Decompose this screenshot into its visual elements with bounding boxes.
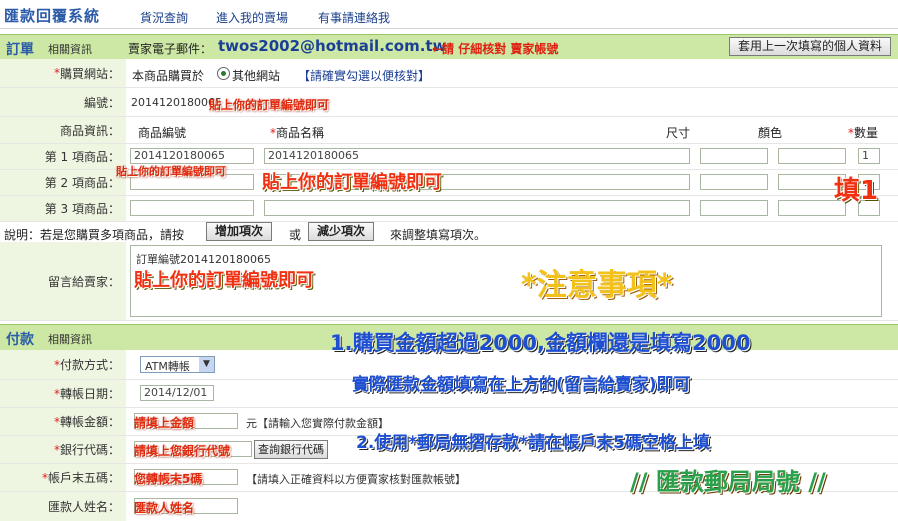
account-last5-hint: 【請填入正確資料以方便賣家核對匯款帳號】	[246, 473, 466, 486]
nav-shipping-status[interactable]: 貨況查詢	[140, 9, 188, 26]
item-row-3: 第 3 項商品：	[0, 196, 898, 222]
explanation-text: 說明：若是您購買多項商品，請按	[4, 228, 185, 242]
item-1-product-name-input[interactable]: 2014120180065	[264, 148, 690, 164]
item-3-product-number-input[interactable]	[130, 200, 254, 216]
item-1-quantity-input[interactable]: 1	[858, 148, 880, 164]
note-post-office-code: // 匯款郵局局號 //	[630, 468, 826, 496]
explanation-row: 說明：若是您購買多項商品，請按 增加項次 或 減少項次 來調整填寫項次。	[0, 222, 898, 242]
order-number-note: 貼上你的訂單編號即可	[209, 98, 330, 112]
payment-section-subtitle: 相關資訊	[48, 333, 92, 346]
bank-code-note: 請填上您銀行代號	[134, 444, 231, 458]
radio-checked-dot	[221, 71, 226, 76]
item-2-size-input[interactable]	[700, 174, 768, 190]
add-item-button[interactable]: 增加項次	[206, 222, 273, 241]
transfer-amount-note: 請填上金額	[134, 416, 195, 430]
item-2-label: 第 2 項商品：	[0, 170, 126, 195]
top-bar: 匯款回覆系統 貨況查詢 進入我的賣場 有事請連絡我	[0, 0, 898, 29]
purchase-site-label: * 購買網站：	[0, 59, 126, 87]
chevron-down-icon[interactable]: ▼	[199, 357, 214, 372]
product-info-header-row: 商品資訊： 商品編號 *商品名稱 尺寸 顏色 *數量	[0, 117, 898, 144]
note-post-office: 2.使用*郵局無摺存款*請在帳戶末5碼空格上填	[356, 433, 710, 453]
app-title: 匯款回覆系統	[4, 7, 101, 25]
seller-email: twos2002@hotmail.com.tw	[218, 37, 447, 55]
query-bank-code-button[interactable]: 查詢銀行代碼	[254, 440, 328, 459]
transfer-amount-label: * 轉帳金額：	[0, 408, 126, 435]
other-site-radio[interactable]	[217, 67, 230, 80]
payment-method-select[interactable]: ATM轉帳 ▼	[140, 356, 215, 373]
order-section-title: 訂單	[6, 42, 34, 58]
or-text: 或	[289, 228, 302, 242]
nav-my-store[interactable]: 進入我的賣場	[216, 9, 288, 26]
reuse-profile-button[interactable]: 套用上一次填寫的個人資料	[729, 37, 892, 56]
purchase-site-hint: 【請確實勾選以便核對】	[298, 69, 431, 83]
email-check-note: ←請 仔細核對 賣家帳號	[432, 42, 559, 56]
other-site-option-label: 其他網站	[232, 69, 281, 83]
remitter-name-label: 匯款人姓名：	[0, 492, 126, 521]
note-over-2000: 1.購買金額超過2000,金額欄還是填寫2000	[330, 331, 751, 355]
nav-contact-me[interactable]: 有事請連絡我	[318, 9, 390, 26]
payment-section-title: 付款	[6, 332, 34, 348]
seller-email-label: 賣家電子郵件：	[128, 42, 213, 56]
col-quantity: *數量	[848, 126, 879, 140]
order-section-header: 訂單 相關資訊 賣家電子郵件： twos2002@hotmail.com.tw …	[0, 34, 898, 60]
reduce-item-button[interactable]: 減少項次	[308, 222, 375, 241]
col-size: 尺寸	[666, 126, 691, 140]
remitter-name-note: 匯款人姓名	[134, 501, 195, 515]
message-label: 留言給賣家：	[0, 242, 126, 320]
purchase-site-row: * 購買網站： 本商品購買於 其他網站 【請確實勾選以便核對】	[0, 59, 898, 88]
item-number-note-small: 貼上你的訂單編號即可	[116, 165, 226, 178]
item-1-label: 第 1 項商品：	[0, 144, 126, 169]
attention-note: *注意事項*	[521, 268, 673, 303]
col-product-name: *商品名稱	[270, 126, 325, 140]
item-1-size-input[interactable]	[700, 148, 768, 164]
account-last5-label: * 帳戶末五碼：	[0, 464, 126, 491]
message-textarea-value: 訂單編號2014120180065	[136, 253, 271, 266]
bank-code-label: * 銀行代碼：	[0, 436, 126, 463]
payment-method-value: ATM轉帳	[145, 360, 190, 373]
transfer-date-label: * 轉帳日期：	[0, 380, 126, 407]
order-section-subtitle: 相關資訊	[48, 43, 92, 56]
message-note: 貼上你的訂單編號即可	[134, 270, 314, 291]
col-product-number: 商品編號	[138, 126, 187, 140]
item-3-product-name-input[interactable]	[264, 200, 690, 216]
payment-method-label: * 付款方式：	[0, 350, 126, 379]
message-row: 留言給賣家： 訂單編號2014120180065 貼上你的訂單編號即可 *注意事…	[0, 242, 898, 321]
note-actual-amount: 實際匯款金額填寫在上方的(留言給賣家)即可	[352, 375, 691, 395]
product-info-label: 商品資訊：	[0, 117, 126, 143]
order-number-row: 編號： 2014120180065 貼上你的訂單編號即可	[0, 88, 898, 117]
explanation-tail: 來調整填寫項次。	[390, 228, 487, 242]
item-3-label: 第 3 項商品：	[0, 196, 126, 221]
transfer-date-input[interactable]: 2014/12/01	[140, 385, 214, 401]
item-3-size-input[interactable]	[700, 200, 768, 216]
item-number-note-big: 貼上你的訂單編號即可	[262, 172, 442, 193]
item-1-color-input[interactable]	[778, 148, 846, 164]
quantity-note: 填1	[834, 176, 879, 206]
account-last5-note: 您轉帳末5碼	[134, 472, 203, 486]
purchase-site-text: 本商品購買於	[132, 69, 205, 83]
order-number-label: 編號：	[0, 88, 126, 116]
item-1-product-number-input[interactable]: 2014120180065	[130, 148, 254, 164]
col-color: 顏色	[758, 126, 783, 140]
